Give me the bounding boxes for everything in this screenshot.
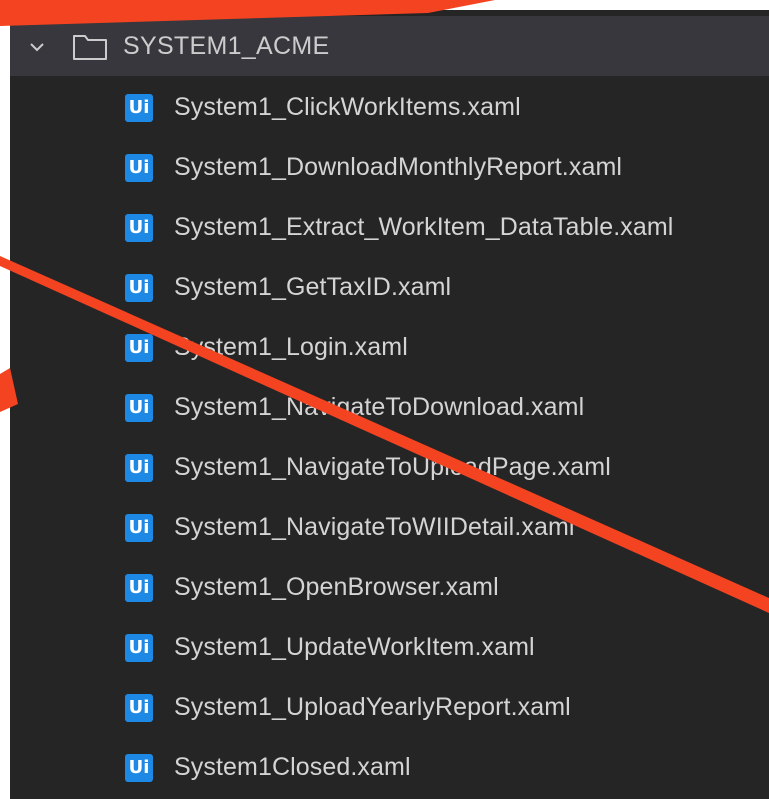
uipath-file-icon: Ui xyxy=(125,514,153,542)
file-list: Ui System1_ClickWorkItems.xaml Ui System1_D… xyxy=(10,78,769,798)
file-item[interactable]: Ui System1_UploadYearlyReport.xaml xyxy=(10,678,769,738)
file-label: System1_Extract_WorkItem_DataTable.xaml xyxy=(174,213,674,241)
file-item[interactable]: Ui System1_ClickWorkItems.xaml xyxy=(10,78,769,138)
file-label: System1_UpdateWorkItem.xaml xyxy=(174,633,535,661)
uipath-file-icon: Ui xyxy=(125,634,153,662)
uipath-file-icon: Ui xyxy=(125,574,153,602)
file-label: System1_NavigateToDownload.xaml xyxy=(174,393,585,421)
file-label: System1_DownloadMonthlyReport.xaml xyxy=(174,153,623,181)
uipath-file-icon: Ui xyxy=(125,94,153,122)
file-item[interactable]: Ui System1_Login.xaml xyxy=(10,318,769,378)
screenshot-root: { "explorer": { "folder": { "label": "SY… xyxy=(0,0,769,799)
file-explorer-panel: SYSTEM1_ACME Ui System1_ClickWorkItems.xa… xyxy=(10,10,769,799)
uipath-file-icon: Ui xyxy=(125,154,153,182)
file-item[interactable]: Ui System1_NavigateToWIIDetail.xaml xyxy=(10,498,769,558)
folder-row-system1-acme[interactable]: SYSTEM1_ACME xyxy=(10,16,769,76)
file-label: System1_GetTaxID.xaml xyxy=(174,273,452,301)
file-item[interactable]: Ui System1_NavigateToUploadPage.xaml xyxy=(10,438,769,498)
file-label: System1_ClickWorkItems.xaml xyxy=(174,93,521,121)
uipath-file-icon: Ui xyxy=(125,454,153,482)
file-item[interactable]: Ui System1_OpenBrowser.xaml xyxy=(10,558,769,618)
file-label: System1Closed.xaml xyxy=(174,753,411,781)
folder-label: SYSTEM1_ACME xyxy=(123,32,330,60)
file-label: System1_UploadYearlyReport.xaml xyxy=(174,693,571,721)
uipath-file-icon: Ui xyxy=(125,394,153,422)
file-item[interactable]: Ui System1_DownloadMonthlyReport.xaml xyxy=(10,138,769,198)
file-item[interactable]: Ui System1_UpdateWorkItem.xaml xyxy=(10,618,769,678)
file-item[interactable]: Ui System1Closed.xaml xyxy=(10,738,769,798)
file-label: System1_NavigateToWIIDetail.xaml xyxy=(174,513,575,541)
uipath-file-icon: Ui xyxy=(125,694,153,722)
file-label: System1_NavigateToUploadPage.xaml xyxy=(174,453,611,481)
uipath-file-icon: Ui xyxy=(125,754,153,782)
file-label: System1_Login.xaml xyxy=(174,333,408,361)
chevron-down-icon[interactable] xyxy=(28,38,46,56)
folder-icon xyxy=(73,35,107,60)
file-item[interactable]: Ui System1_NavigateToDownload.xaml xyxy=(10,378,769,438)
uipath-file-icon: Ui xyxy=(125,274,153,302)
file-item[interactable]: Ui System1_Extract_WorkItem_DataTable.xam… xyxy=(10,198,769,258)
uipath-file-icon: Ui xyxy=(125,214,153,242)
file-item[interactable]: Ui System1_GetTaxID.xaml xyxy=(10,258,769,318)
uipath-file-icon: Ui xyxy=(125,334,153,362)
file-label: System1_OpenBrowser.xaml xyxy=(174,573,499,601)
